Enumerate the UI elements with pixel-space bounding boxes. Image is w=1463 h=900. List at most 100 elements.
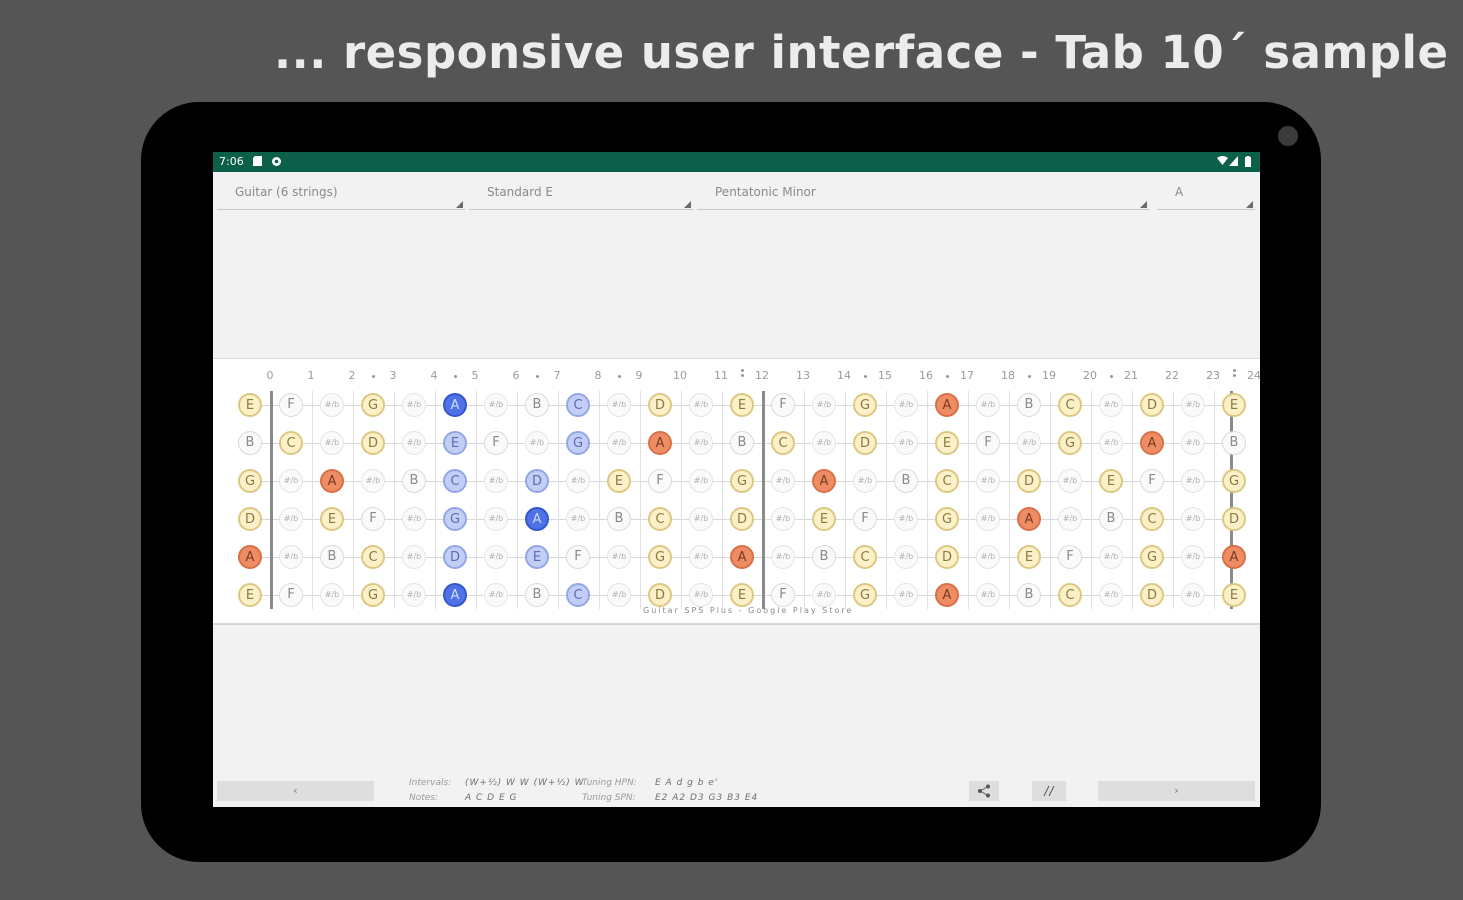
fret-note[interactable]: #/b (894, 583, 918, 607)
fret-note[interactable]: E (1222, 583, 1246, 607)
fret-note[interactable]: F (279, 393, 303, 417)
fret-note[interactable]: E (607, 469, 631, 493)
fret-note[interactable]: D (1140, 583, 1164, 607)
fret-note[interactable]: A (1017, 507, 1041, 531)
fret-note[interactable]: F (648, 469, 672, 493)
fret-note[interactable]: #/b (525, 431, 549, 455)
fret-note[interactable]: E (238, 583, 262, 607)
fret-note[interactable]: #/b (894, 393, 918, 417)
fret-note[interactable]: D (935, 545, 959, 569)
fret-note[interactable]: E (320, 507, 344, 531)
scale-dropdown[interactable]: Pentatonic Minor (697, 179, 1149, 210)
fret-note[interactable]: #/b (894, 431, 918, 455)
fret-note[interactable]: #/b (1181, 393, 1205, 417)
fret-note[interactable]: G (1140, 545, 1164, 569)
fret-note[interactable]: #/b (812, 583, 836, 607)
fret-note[interactable]: C (853, 545, 877, 569)
fret-note[interactable]: #/b (607, 545, 631, 569)
fret-note[interactable]: F (361, 507, 385, 531)
fret-note[interactable]: #/b (976, 507, 1000, 531)
previous-button[interactable]: ‹ (217, 781, 374, 801)
fret-note[interactable]: D (238, 507, 262, 531)
fret-note[interactable]: #/b (566, 507, 590, 531)
fret-note[interactable]: B (1222, 431, 1246, 455)
fret-note[interactable]: A (238, 545, 262, 569)
fret-note[interactable]: E (443, 431, 467, 455)
fret-note[interactable]: #/b (320, 583, 344, 607)
fret-note[interactable]: G (238, 469, 262, 493)
fret-note[interactable]: A (935, 583, 959, 607)
fret-note[interactable]: #/b (484, 469, 508, 493)
fret-note[interactable]: D (730, 507, 754, 531)
fret-note[interactable]: #/b (1099, 431, 1123, 455)
fret-note[interactable]: B (607, 507, 631, 531)
fret-note[interactable]: D (853, 431, 877, 455)
fret-note[interactable]: A (320, 469, 344, 493)
fret-note[interactable]: D (443, 545, 467, 569)
fret-note[interactable]: #/b (1181, 545, 1205, 569)
fret-note[interactable]: #/b (361, 469, 385, 493)
tuning-dropdown[interactable]: Standard E (469, 179, 693, 210)
fret-note[interactable]: F (1140, 469, 1164, 493)
fret-note[interactable]: #/b (771, 545, 795, 569)
fret-note[interactable]: G (443, 507, 467, 531)
share-button[interactable] (969, 781, 999, 801)
fret-note[interactable]: #/b (689, 545, 713, 569)
fret-note[interactable]: G (853, 583, 877, 607)
fret-note[interactable]: #/b (484, 583, 508, 607)
fret-note[interactable]: B (525, 583, 549, 607)
fret-note[interactable]: #/b (853, 469, 877, 493)
fret-note[interactable]: D (525, 469, 549, 493)
fret-note[interactable]: D (1140, 393, 1164, 417)
fret-note[interactable]: #/b (976, 545, 1000, 569)
fret-note[interactable]: #/b (1181, 583, 1205, 607)
fret-note[interactable]: A (812, 469, 836, 493)
fret-note[interactable]: B (730, 431, 754, 455)
fret-note[interactable]: E (1099, 469, 1123, 493)
fret-note[interactable]: F (771, 393, 795, 417)
fret-note[interactable]: A (443, 583, 467, 607)
fret-note[interactable]: B (894, 469, 918, 493)
fret-note[interactable]: #/b (894, 545, 918, 569)
fret-note[interactable]: C (935, 469, 959, 493)
fret-note[interactable]: A (935, 393, 959, 417)
fret-note[interactable]: F (484, 431, 508, 455)
fret-note[interactable]: #/b (484, 507, 508, 531)
fret-note[interactable]: A (1140, 431, 1164, 455)
fret-note[interactable]: #/b (566, 469, 590, 493)
fret-note[interactable]: #/b (607, 431, 631, 455)
fret-note[interactable]: C (1058, 393, 1082, 417)
instrument-dropdown[interactable]: Guitar (6 strings) (217, 179, 465, 210)
fret-note[interactable]: E (730, 393, 754, 417)
fret-note[interactable]: #/b (812, 393, 836, 417)
fret-note[interactable]: #/b (484, 545, 508, 569)
fret-note[interactable]: F (1058, 545, 1082, 569)
fret-note[interactable]: #/b (689, 507, 713, 531)
fret-note[interactable]: #/b (976, 393, 1000, 417)
fret-note[interactable]: #/b (689, 393, 713, 417)
fret-note[interactable]: B (1017, 583, 1041, 607)
fret-note[interactable]: B (1017, 393, 1041, 417)
fret-note[interactable]: #/b (320, 393, 344, 417)
fret-note[interactable]: A (648, 431, 672, 455)
fret-note[interactable]: #/b (1181, 507, 1205, 531)
fret-note[interactable]: G (566, 431, 590, 455)
fret-note[interactable]: A (443, 393, 467, 417)
fret-note[interactable]: D (648, 393, 672, 417)
fret-note[interactable]: #/b (402, 545, 426, 569)
fret-note[interactable]: B (812, 545, 836, 569)
fret-note[interactable]: #/b (689, 469, 713, 493)
fret-note[interactable]: C (648, 507, 672, 531)
fret-note[interactable]: D (648, 583, 672, 607)
fret-note[interactable]: C (771, 431, 795, 455)
fret-note[interactable]: #/b (402, 583, 426, 607)
fret-note[interactable]: C (566, 393, 590, 417)
fret-note[interactable]: B (238, 431, 262, 455)
key-dropdown[interactable]: A (1157, 179, 1255, 210)
fret-note[interactable]: #/b (771, 469, 795, 493)
fret-note[interactable]: C (1140, 507, 1164, 531)
fret-note[interactable]: C (279, 431, 303, 455)
fret-note[interactable]: G (361, 393, 385, 417)
fret-note[interactable]: #/b (402, 393, 426, 417)
fret-note[interactable]: G (935, 507, 959, 531)
